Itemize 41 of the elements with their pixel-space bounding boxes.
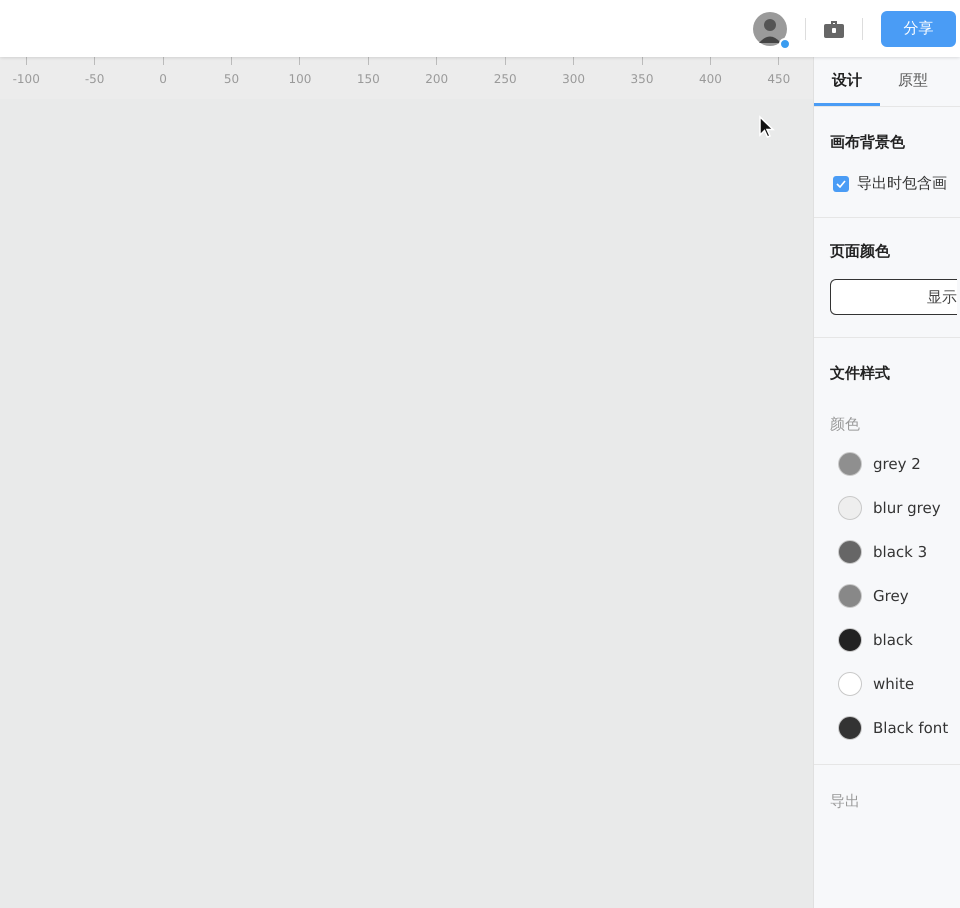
color-name: Grey	[873, 587, 909, 605]
online-status-icon	[779, 38, 791, 50]
color-name: grey 2	[873, 455, 921, 473]
cursor-icon	[758, 115, 776, 139]
ruler-label: 350	[630, 72, 654, 86]
color-name: blur grey	[873, 499, 941, 517]
ruler-label: 100	[288, 72, 312, 86]
color-name: Black font	[873, 719, 948, 737]
show-button[interactable]: 显示	[830, 279, 957, 315]
section-title: 导出	[830, 792, 861, 811]
ruler-label: -100	[12, 72, 40, 86]
color-dot[interactable]	[838, 716, 862, 740]
avatar[interactable]	[753, 12, 787, 46]
ruler-label: 300	[562, 72, 586, 86]
ruler-label: 0	[159, 72, 167, 86]
ruler-label: 400	[698, 72, 722, 86]
section-title: 画布背景色	[830, 133, 906, 152]
ruler-label: 200	[425, 72, 448, 86]
checkbox[interactable]	[833, 176, 849, 192]
color-dot[interactable]	[838, 452, 862, 476]
color-dot[interactable]	[838, 672, 862, 696]
panel-tab[interactable]: 设计	[814, 57, 880, 106]
color-name: black	[873, 631, 913, 649]
panel-tab[interactable]: 原型	[880, 57, 946, 106]
color-dot[interactable]	[838, 584, 862, 608]
color-dot[interactable]	[838, 540, 862, 564]
checkmark-icon	[836, 180, 846, 188]
color-name: black 3	[873, 543, 928, 561]
section-title: 页面颜色	[830, 242, 891, 261]
color-name: white	[873, 675, 914, 693]
color-dot[interactable]	[838, 496, 862, 520]
ruler-label: -50	[84, 72, 104, 86]
ruler-label: 50	[224, 72, 240, 86]
section-title: 文件样式	[830, 364, 891, 383]
ruler-label: 450	[767, 72, 790, 86]
briefcase-icon[interactable]	[824, 20, 844, 38]
ruler-label: 250	[494, 72, 517, 86]
ruler-label: 150	[356, 72, 380, 86]
section-subtitle: 颜色	[830, 415, 861, 434]
checkbox-label: 导出时包含画	[857, 174, 947, 193]
color-dot[interactable]	[838, 628, 862, 652]
